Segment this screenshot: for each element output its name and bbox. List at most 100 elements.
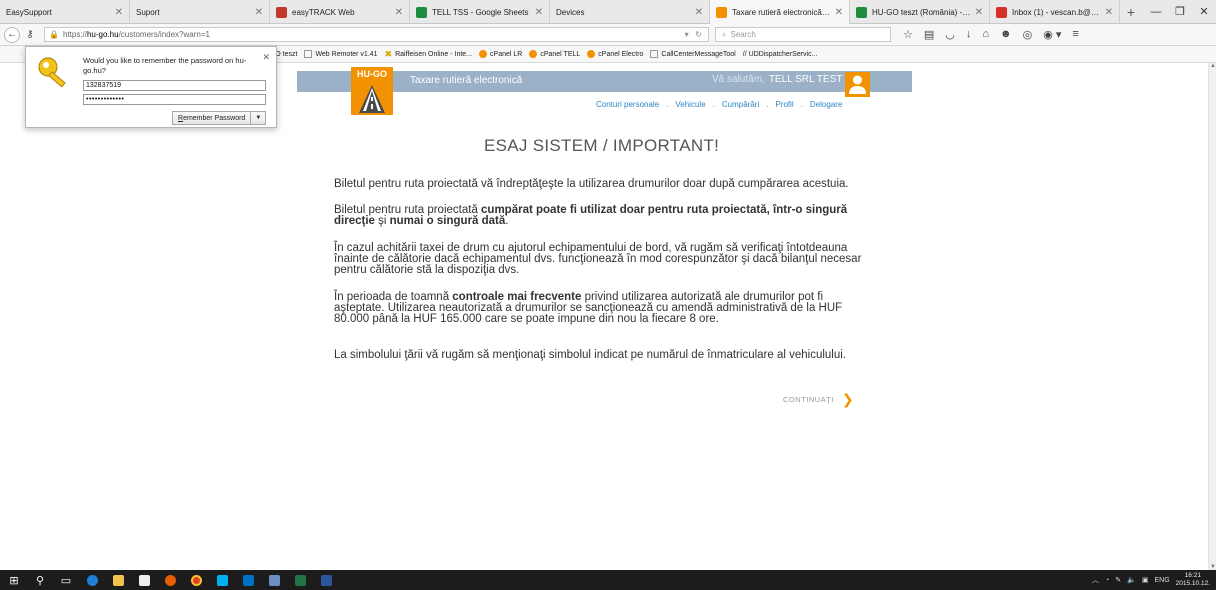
continue-button[interactable]: CONTINUAŢI ❯ xyxy=(783,392,854,406)
tab-google-sheets[interactable]: TELL TSS - Google Sheets ✕ xyxy=(410,0,550,24)
network-icon[interactable]: ◔ xyxy=(1105,577,1109,584)
raiffeisen-icon: ✖ xyxy=(384,48,393,59)
tab-label: Inbox (1) - vescan.b@easy... xyxy=(1012,7,1101,17)
user-name: TELL SRL TEST xyxy=(768,74,843,85)
excel-icon[interactable] xyxy=(290,570,310,590)
cpanel-icon xyxy=(529,50,538,58)
remember-password-label[interactable]: Remember Password xyxy=(173,112,252,124)
chat-icon[interactable]: ☻ xyxy=(1000,28,1012,41)
nav-vehicule[interactable]: Vehicule xyxy=(675,100,705,109)
addon-menu-icon[interactable]: ◉ ▾ xyxy=(1043,28,1061,41)
cpanel-icon xyxy=(587,50,596,58)
tab-close-icon[interactable]: ✕ xyxy=(115,7,123,18)
back-button[interactable]: ← xyxy=(4,26,20,43)
lock-icon: 🔒 xyxy=(49,30,59,39)
tab-easytrack[interactable]: easyTRACK Web ✕ xyxy=(270,0,410,24)
bookmark-label: Raiffeisen Online - Inte... xyxy=(395,50,473,58)
system-tray: ︿ ◔ ✎ 🔈 ▣ ENG 16:21 2015.10.12. xyxy=(1092,572,1216,588)
bookmark-label: // UDDispatcherServic... xyxy=(742,50,818,58)
close-window-icon[interactable]: ✕ xyxy=(1192,5,1216,18)
home-icon[interactable]: ⌂ xyxy=(982,28,989,41)
gmail-favicon-icon xyxy=(996,6,1007,18)
task-view-icon[interactable]: ▭ xyxy=(56,570,76,590)
chevron-down-icon[interactable]: ▼ xyxy=(251,115,265,121)
file-explorer-icon[interactable] xyxy=(108,570,128,590)
volume-icon[interactable]: 🔈 xyxy=(1127,576,1136,584)
addon-icon[interactable]: ◎ xyxy=(1023,28,1033,41)
url-prefix: https:// xyxy=(62,30,87,39)
address-bar[interactable]: 🔒 https://hu-go.hu/customers/index?warn=… xyxy=(44,27,709,42)
system-clock[interactable]: 16:21 2015.10.12. xyxy=(1176,572,1210,588)
tab-inbox[interactable]: Inbox (1) - vescan.b@easy... ✕ xyxy=(990,0,1120,24)
pen-icon[interactable]: ✎ xyxy=(1115,576,1121,584)
page-scrollbar[interactable]: ▲ ▼ xyxy=(1208,63,1216,570)
bookmark-item[interactable]: cPanel TELL xyxy=(529,50,580,58)
windows-start-icon[interactable]: ⊞ xyxy=(4,570,24,590)
popup-close-icon[interactable]: ✕ xyxy=(262,52,270,63)
chrome-icon[interactable] xyxy=(186,570,206,590)
bookmark-item[interactable]: ✖ Raiffeisen Online - Inte... xyxy=(385,49,472,60)
search-icon[interactable]: ⚲ xyxy=(30,570,50,590)
edge-icon[interactable] xyxy=(82,570,102,590)
tab-taxare-rutiera[interactable]: Taxare rutieră electronică ... ✕ xyxy=(710,0,850,24)
bookmark-item[interactable]: cPanel Electro xyxy=(587,50,643,58)
identity-key-icon[interactable]: ⚷ xyxy=(22,27,38,43)
pocket-icon[interactable]: ◡ xyxy=(945,28,955,41)
nav-profil[interactable]: Profil xyxy=(775,100,793,109)
store-icon[interactable] xyxy=(134,570,154,590)
user-icon[interactable] xyxy=(845,72,870,97)
tab-close-icon[interactable]: ✕ xyxy=(975,7,983,18)
nav-conturi-personale[interactable]: Conturi personale xyxy=(596,100,659,109)
reload-icon[interactable]: ▾ ↻ xyxy=(685,30,708,39)
bookmark-star-icon[interactable]: ☆ xyxy=(903,28,913,41)
tab-close-icon[interactable]: ✕ xyxy=(1105,7,1113,18)
tab-devices[interactable]: Devices ✕ xyxy=(550,0,710,24)
downloads-icon[interactable]: ↓ xyxy=(966,28,972,41)
language-indicator[interactable]: ENG xyxy=(1154,577,1169,584)
hugo-logo[interactable]: HU-GO xyxy=(351,67,393,115)
tab-label: Taxare rutieră electronică ... xyxy=(732,7,831,17)
bookmarks-list-icon[interactable]: ▤ xyxy=(924,28,934,41)
tray-chevron-up-icon[interactable]: ︿ xyxy=(1092,575,1099,585)
word-icon[interactable] xyxy=(316,570,336,590)
app-icon[interactable] xyxy=(264,570,284,590)
maximize-icon[interactable]: ❐ xyxy=(1168,5,1192,18)
cpanel-icon xyxy=(479,50,488,58)
notifications-icon[interactable]: ▣ xyxy=(1142,576,1149,584)
tab-label: easyTRACK Web xyxy=(292,7,355,17)
tab-label: Devices xyxy=(556,7,585,17)
username-field[interactable] xyxy=(83,80,266,91)
tab-label: Suport xyxy=(136,7,160,17)
firefox-icon[interactable] xyxy=(160,570,180,590)
scroll-up-icon[interactable]: ▲ xyxy=(1209,63,1216,69)
tab-close-icon[interactable]: ✕ xyxy=(695,7,703,18)
tab-suport[interactable]: Suport ✕ xyxy=(130,0,270,24)
nav-delogare[interactable]: Delogare xyxy=(810,100,842,109)
key-icon xyxy=(38,57,66,88)
new-tab-button[interactable]: + xyxy=(1120,0,1142,23)
search-icon: ⌕ xyxy=(722,29,727,39)
bookmark-item[interactable]: cPanel LR xyxy=(479,50,522,58)
search-input[interactable]: ⌕ Search xyxy=(715,27,891,42)
remember-password-button[interactable]: Remember Password ▼ xyxy=(172,111,267,125)
bookmark-item[interactable]: CallCenterMessageTool xyxy=(650,50,736,58)
tab-easysupport[interactable]: EasySupport ✕ xyxy=(0,0,130,24)
browser-tab-strip: EasySupport ✕ Suport ✕ easyTRACK Web ✕ T… xyxy=(0,0,1216,24)
nav-cumparari[interactable]: Cumpărări xyxy=(722,100,759,109)
remember-password-popup: Would you like to remember the password … xyxy=(25,46,277,128)
minimize-icon[interactable]: — xyxy=(1144,6,1168,18)
sheets-favicon-icon xyxy=(856,6,867,18)
tab-close-icon[interactable]: ✕ xyxy=(255,7,263,18)
outlook-icon[interactable] xyxy=(238,570,258,590)
tab-close-icon[interactable]: ✕ xyxy=(835,7,843,18)
tab-close-icon[interactable]: ✕ xyxy=(535,7,543,18)
tab-label: EasySupport xyxy=(6,7,52,17)
tab-close-icon[interactable]: ✕ xyxy=(395,7,403,18)
password-field[interactable]: ••••••••••••• xyxy=(83,94,266,105)
bookmark-item[interactable]: // UDDispatcherServic... xyxy=(743,51,818,58)
tab-hugo-teszt[interactable]: HU-GO teszt (România) - ... ✕ xyxy=(850,0,990,24)
continue-label: CONTINUAŢI xyxy=(783,394,834,404)
skype-icon[interactable] xyxy=(212,570,232,590)
menu-icon[interactable]: ≡ xyxy=(1072,28,1078,41)
bookmark-item[interactable]: Web Remoter v1.41 xyxy=(304,50,378,58)
